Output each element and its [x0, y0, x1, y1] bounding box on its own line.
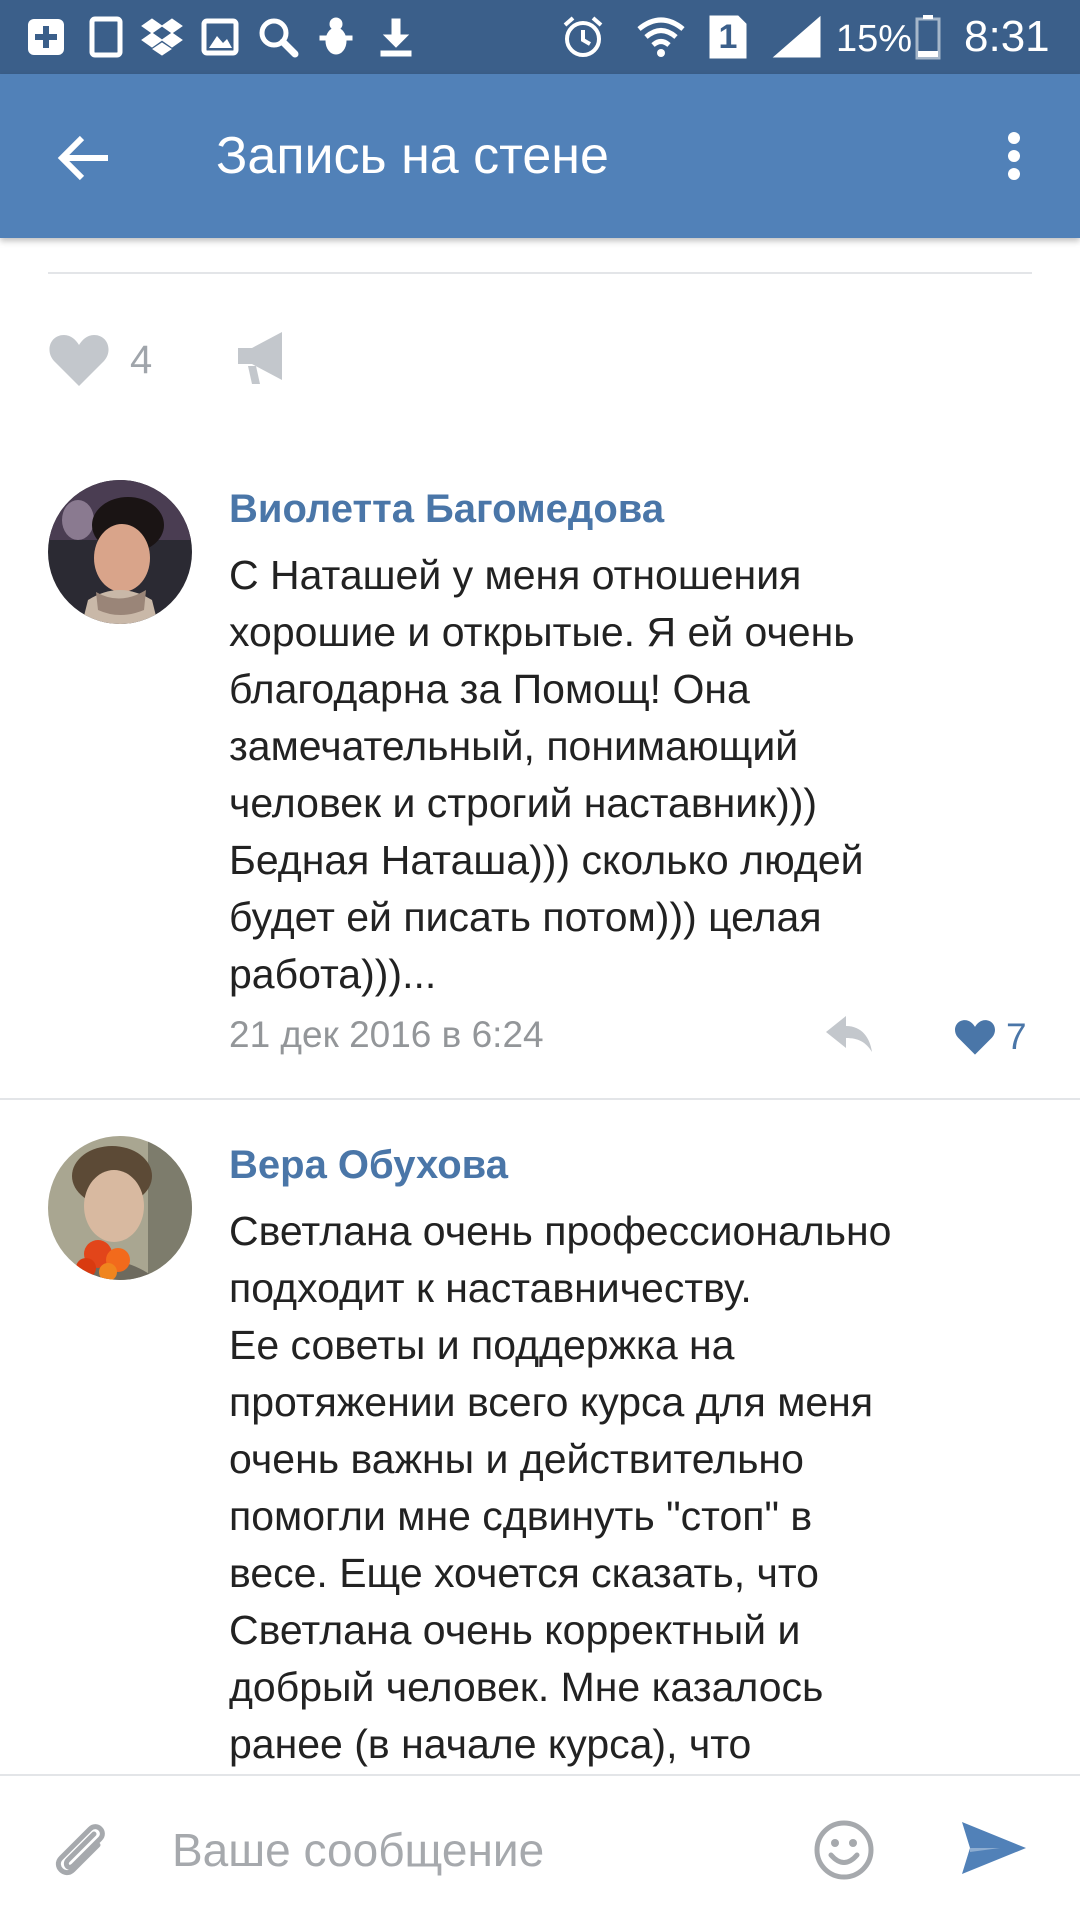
status-bar: 1 15% 8:31	[0, 0, 1080, 74]
wifi-icon	[636, 14, 686, 60]
add-icon	[26, 14, 66, 60]
megaphone-icon	[238, 332, 282, 384]
app-bar: Запись на стене	[0, 74, 1080, 238]
comment-text: Светлана очень профессионально подходит …	[229, 1208, 892, 1767]
dot-icon	[1008, 168, 1020, 180]
paperclip-icon	[55, 1824, 105, 1876]
tablet-icon	[86, 14, 126, 60]
battery-percent: 15%	[836, 18, 913, 60]
page-title: Запись на стене	[216, 127, 609, 185]
comment-author[interactable]: Виолетта Багомедова	[229, 484, 664, 534]
sim-icon: 1	[708, 14, 748, 60]
heart-icon	[49, 335, 109, 386]
download-icon	[376, 14, 416, 60]
user-photo-icon	[48, 480, 192, 624]
send-icon	[962, 1822, 1026, 1874]
smiley-icon	[814, 1820, 874, 1880]
dot-icon	[1008, 132, 1020, 144]
divider	[48, 272, 1032, 274]
arrow-back-icon	[57, 135, 108, 181]
battery-icon	[914, 14, 942, 60]
user-photo-icon	[48, 1136, 192, 1280]
dropbox-icon	[140, 14, 184, 60]
heart-icon	[955, 1020, 995, 1055]
reply-icon	[826, 1016, 872, 1052]
dot-icon	[1008, 150, 1020, 162]
comment-like-button[interactable]: 7	[954, 1012, 1027, 1062]
reply-button[interactable]	[824, 1012, 884, 1062]
comment-date: 21 дек 2016 в 6:24	[229, 1014, 544, 1055]
post-like-count: 4	[130, 337, 153, 382]
post-like-button[interactable]: 4	[48, 324, 188, 396]
attach-button[interactable]	[48, 1816, 118, 1886]
avatar[interactable]	[48, 1136, 192, 1280]
avatar[interactable]	[48, 480, 192, 624]
bug-icon	[318, 14, 354, 60]
status-time: 8:31	[964, 12, 1050, 61]
comment-like-count: 7	[1006, 1016, 1027, 1057]
divider	[0, 1098, 1080, 1100]
search-icon	[256, 14, 300, 60]
emoji-button[interactable]	[812, 1818, 878, 1884]
gallery-icon	[200, 14, 240, 60]
comment-author[interactable]: Вера Обухова	[229, 1140, 508, 1190]
send-button[interactable]	[960, 1818, 1030, 1884]
share-button[interactable]	[234, 328, 298, 392]
message-input[interactable]	[172, 1810, 772, 1890]
signal-icon	[772, 14, 822, 60]
back-button[interactable]	[48, 122, 120, 194]
comment-text: С Наташей у меня отношения хорошие и отк…	[229, 552, 864, 997]
alarm-icon	[560, 14, 606, 60]
compose-bar	[0, 1774, 1080, 1920]
post-actions: 4	[48, 324, 448, 396]
sim-label: 1	[718, 17, 738, 56]
more-options-button[interactable]	[990, 124, 1038, 188]
